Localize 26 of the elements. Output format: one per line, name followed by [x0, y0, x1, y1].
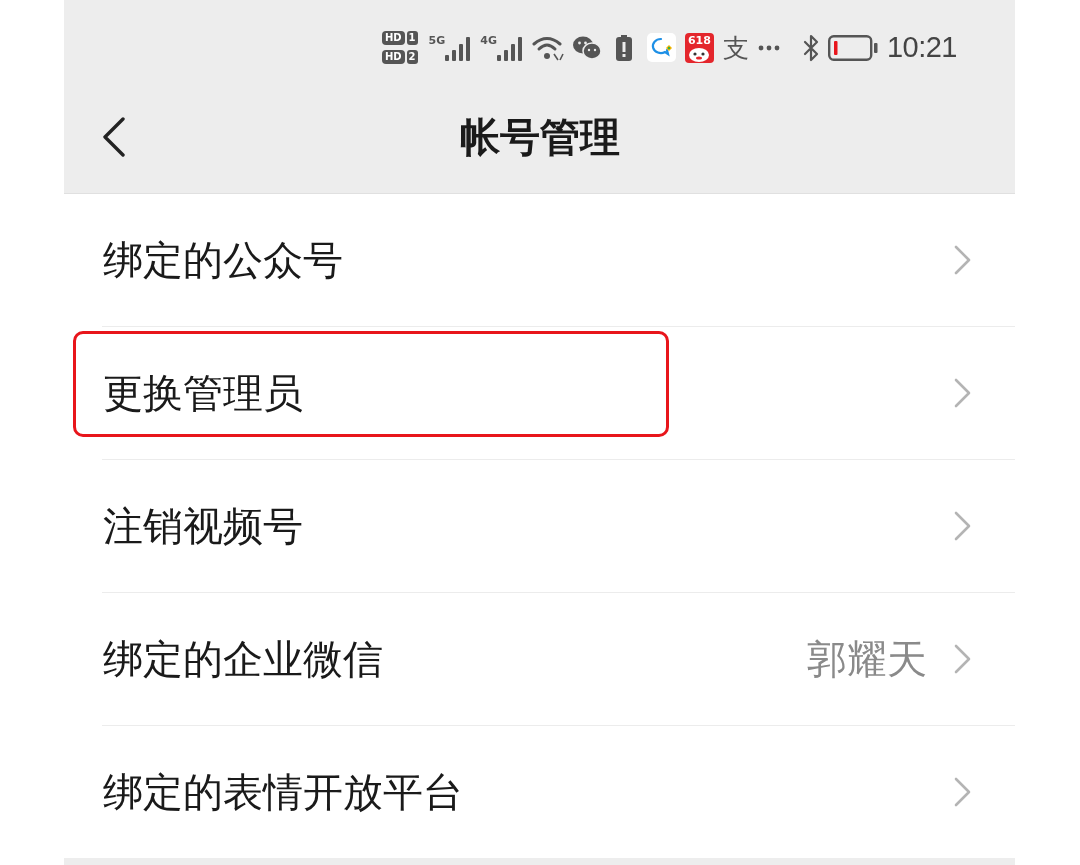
back-chevron-icon [102, 117, 126, 157]
battery-icon [827, 34, 878, 61]
chat-app-icon [646, 33, 676, 62]
app-badge-text: 618 [687, 34, 711, 46]
chevron-right-icon [954, 378, 972, 408]
row-value: 郭耀天 [807, 639, 927, 679]
hd-badge: HD [381, 50, 405, 64]
chevron-right-icon [954, 644, 972, 674]
network-type-label: 4G [480, 35, 497, 46]
chat-bubbles-icon [572, 35, 601, 60]
signal-bars-icon [445, 37, 472, 61]
status-time: 10:21 [886, 33, 957, 62]
battery-alert-icon [615, 34, 632, 61]
hd-badge: HD [381, 31, 405, 45]
more-dots-icon [757, 44, 780, 51]
signal-bars-icon [496, 37, 523, 61]
chevron-right-icon [954, 245, 972, 275]
bluetooth-icon [802, 33, 819, 62]
chevron-right-icon [954, 777, 972, 807]
sim-slot-badge: 2 [406, 50, 418, 64]
network-type-label: 5G [428, 35, 446, 46]
sim-slot-badge: 1 [406, 31, 418, 45]
page-title: 帐号管理 [459, 117, 620, 157]
status-glyph: 支 [722, 34, 749, 61]
chevron-right-icon [954, 511, 972, 541]
wifi-icon [531, 34, 564, 61]
